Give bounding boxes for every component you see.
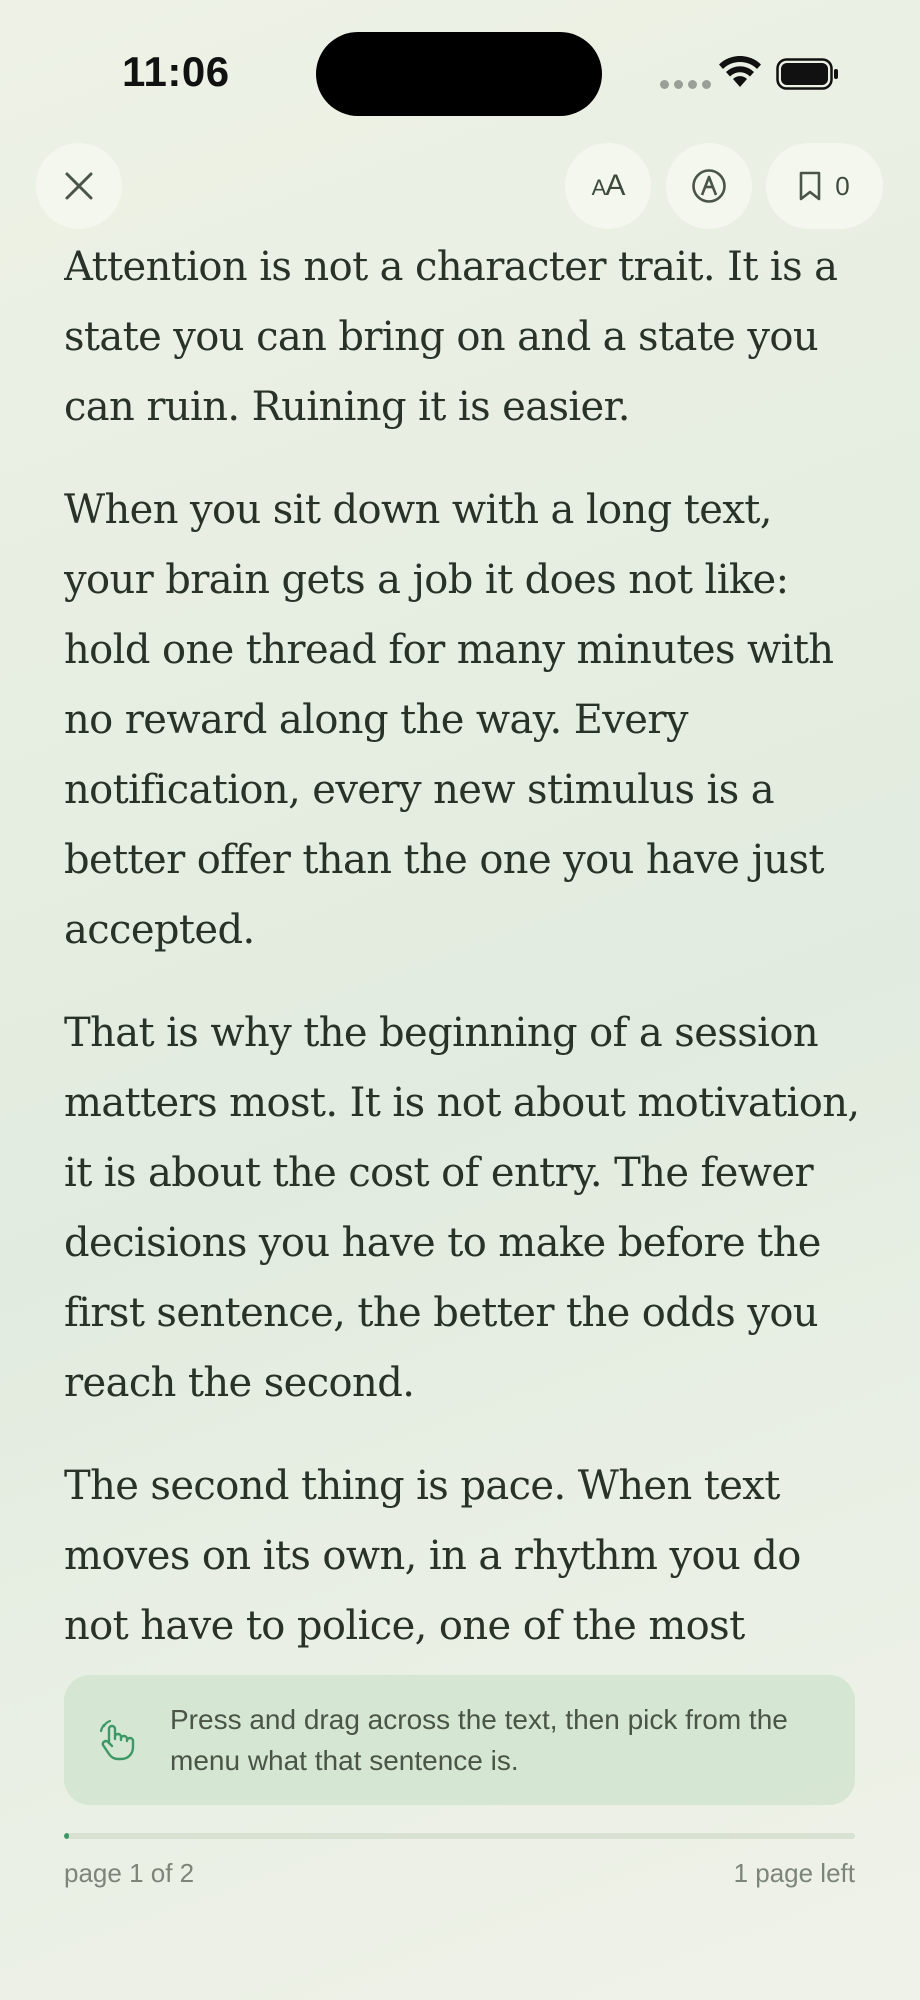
hint-card: Press and drag across the text, then pic… <box>64 1675 855 1805</box>
font-size-button[interactable]: AA <box>565 143 651 229</box>
status-time: 11:06 <box>122 48 230 95</box>
paragraph[interactable]: That is why the beginning of a session m… <box>64 998 864 1418</box>
pages-left-label: 1 page left <box>733 1858 855 1888</box>
battery-icon <box>776 58 838 90</box>
paragraph[interactable]: Attention is not a character trait. It i… <box>64 232 864 442</box>
pen-circle-icon <box>692 169 726 203</box>
highlight-button[interactable] <box>666 143 752 229</box>
font-size-icon: AA <box>591 169 626 202</box>
paragraph[interactable]: When you sit down with a long text, your… <box>64 475 864 965</box>
bookmark-count: 0 <box>835 170 850 201</box>
hand-pointer-icon <box>99 1719 135 1761</box>
paragraph[interactable]: The second thing is pace. When text move… <box>64 1451 864 1648</box>
reading-progress-fill <box>64 1833 69 1839</box>
wifi-icon <box>719 56 761 87</box>
close-button[interactable] <box>36 143 122 229</box>
hint-text: Press and drag across the text, then pic… <box>170 1704 788 1776</box>
reader-text[interactable]: Attention is not a character trait. It i… <box>64 232 864 1648</box>
cellular-signal-icon <box>660 80 711 89</box>
close-icon <box>65 172 93 200</box>
bookmarks-button[interactable]: 0 <box>766 143 883 229</box>
reading-progress-bar <box>64 1833 855 1839</box>
status-bar: 11:06 <box>0 0 920 150</box>
page-indicator: page 1 of 2 <box>64 1858 195 1888</box>
dynamic-island <box>316 32 602 116</box>
bookmark-icon <box>799 171 821 201</box>
